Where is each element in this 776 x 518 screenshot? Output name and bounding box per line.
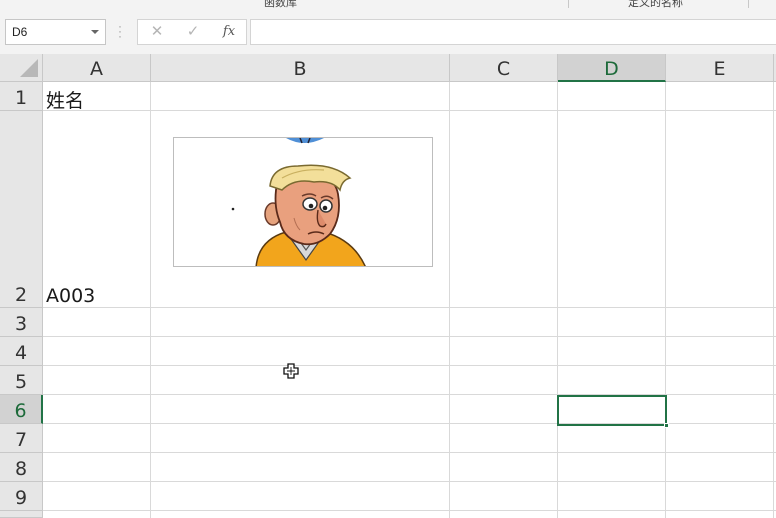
name-box[interactable]: D6 (5, 19, 106, 45)
row-header-5[interactable]: 5 (0, 366, 43, 395)
grid-line (43, 481, 776, 482)
row-header-label: 7 (14, 429, 28, 451)
fill-handle[interactable] (664, 423, 669, 428)
cell-a1[interactable]: 姓名 (46, 86, 84, 113)
formula-buttons: ✕ ✓ fx (137, 19, 247, 45)
row-header-6[interactable]: 6 (0, 395, 43, 424)
row-header-8[interactable]: 8 (0, 453, 43, 482)
ribbon-group-function-library: 函数库 (264, 0, 297, 9)
row-header-10-edge[interactable] (0, 511, 43, 518)
row-header-1[interactable]: 1 (0, 82, 43, 111)
ribbon-separator (748, 0, 749, 8)
row-header-label: 1 (14, 87, 28, 109)
column-header-a[interactable]: A (43, 54, 151, 82)
chevron-down-icon[interactable] (91, 30, 99, 34)
formula-bar: D6 · · · ✕ ✓ fx (0, 14, 776, 54)
cancel-icon[interactable]: ✕ (140, 20, 174, 44)
row-header-label: 6 (14, 400, 27, 422)
row-header-label: 8 (14, 458, 28, 480)
active-cell-selection[interactable] (557, 395, 669, 428)
cartoon-face-icon (231, 138, 366, 266)
row-header-label: 9 (14, 487, 28, 509)
row-header-label: 2 (14, 284, 28, 306)
grid-line (43, 510, 776, 511)
grid-line (43, 452, 776, 453)
ribbon-group-defined-names: 定义的名称 (628, 0, 683, 9)
enter-icon[interactable]: ✓ (176, 20, 210, 44)
formula-input[interactable] (250, 19, 776, 45)
grid-line (43, 365, 776, 366)
row-header-7[interactable]: 7 (0, 424, 43, 453)
cell-a2[interactable]: A003 (46, 285, 95, 307)
embedded-picture[interactable] (173, 137, 433, 267)
row-header-4[interactable]: 4 (0, 337, 43, 366)
drag-handle-icon[interactable]: · · · (118, 20, 122, 42)
select-all-icon (20, 59, 38, 77)
insert-function-button[interactable]: fx (212, 20, 246, 44)
column-header-b[interactable]: B (151, 54, 450, 82)
ribbon-remnant: 函数库 定义的名称 (0, 0, 776, 14)
grid-line (43, 336, 776, 337)
row-header-3[interactable]: 3 (0, 308, 43, 337)
grid-line (43, 110, 776, 111)
spreadsheet-grid: A B C D E 1 2 3 4 5 6 7 8 9 姓名 A003 (0, 54, 776, 518)
row-header-2[interactable]: 2 (0, 111, 43, 308)
row-header-label: 5 (14, 371, 28, 393)
row-header-label: 4 (14, 342, 28, 364)
column-header-e[interactable]: E (666, 54, 774, 82)
cross-cursor-icon (283, 363, 299, 379)
row-header-9[interactable]: 9 (0, 482, 43, 511)
column-header-d[interactable]: D (558, 54, 666, 82)
select-all-button[interactable] (0, 54, 43, 82)
grid-line (43, 307, 776, 308)
ribbon-separator (568, 0, 569, 8)
name-box-value: D6 (12, 25, 28, 39)
row-header-label: 3 (14, 313, 28, 335)
column-header-c[interactable]: C (450, 54, 558, 82)
